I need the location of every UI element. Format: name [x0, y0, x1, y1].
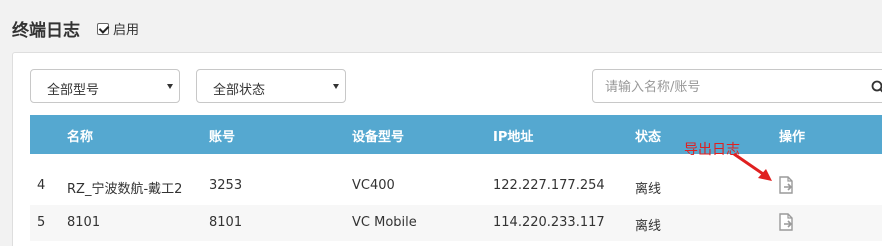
enable-checkbox[interactable]: [97, 22, 109, 35]
chevron-down-icon: [333, 84, 339, 89]
export-log-icon[interactable]: [778, 213, 794, 231]
table-row: 5 8101 8101 VC Mobile 114.220.233.117 离线: [30, 205, 882, 241]
row-name: RZ_宁波数航-戴工2: [67, 182, 183, 197]
column-header-model: 设备型号: [352, 130, 405, 145]
row-ip: 114.220.233.117: [493, 215, 605, 230]
row-name: 8101: [67, 215, 101, 230]
column-header-status: 状态: [635, 130, 662, 145]
row-model: VC400: [352, 178, 395, 193]
row-ip: 122.227.177.254: [493, 178, 605, 193]
row-account: 8101: [209, 215, 243, 230]
page-title: 终端日志: [12, 21, 80, 41]
chevron-down-icon: [167, 84, 173, 89]
status-select[interactable]: 全部状态: [196, 69, 346, 103]
enable-label: 启用: [113, 23, 140, 38]
row-status: 离线: [635, 219, 662, 234]
search-box: [592, 69, 882, 103]
column-header-name: 名称: [67, 130, 94, 145]
row-status: 离线: [635, 182, 662, 197]
row-account: 3253: [209, 178, 243, 193]
row-index: 4: [37, 178, 46, 193]
status-select-value: 全部状态: [213, 83, 266, 98]
row-index: 5: [37, 215, 46, 230]
row-model: VC Mobile: [352, 215, 417, 230]
annotation-arrow-icon: [733, 152, 772, 181]
search-input[interactable]: [605, 78, 845, 96]
export-log-icon[interactable]: [778, 176, 794, 194]
enable-toggle[interactable]: 启用: [97, 19, 139, 38]
search-icon[interactable]: [871, 80, 882, 94]
model-select[interactable]: 全部型号: [30, 69, 180, 103]
column-header-action: 操作: [779, 130, 806, 145]
table-header: 名称 账号 设备型号 IP地址 状态 操作: [30, 115, 882, 154]
column-header-ip: IP地址: [493, 130, 534, 145]
model-select-value: 全部型号: [47, 83, 100, 98]
column-header-account: 账号: [209, 130, 236, 145]
